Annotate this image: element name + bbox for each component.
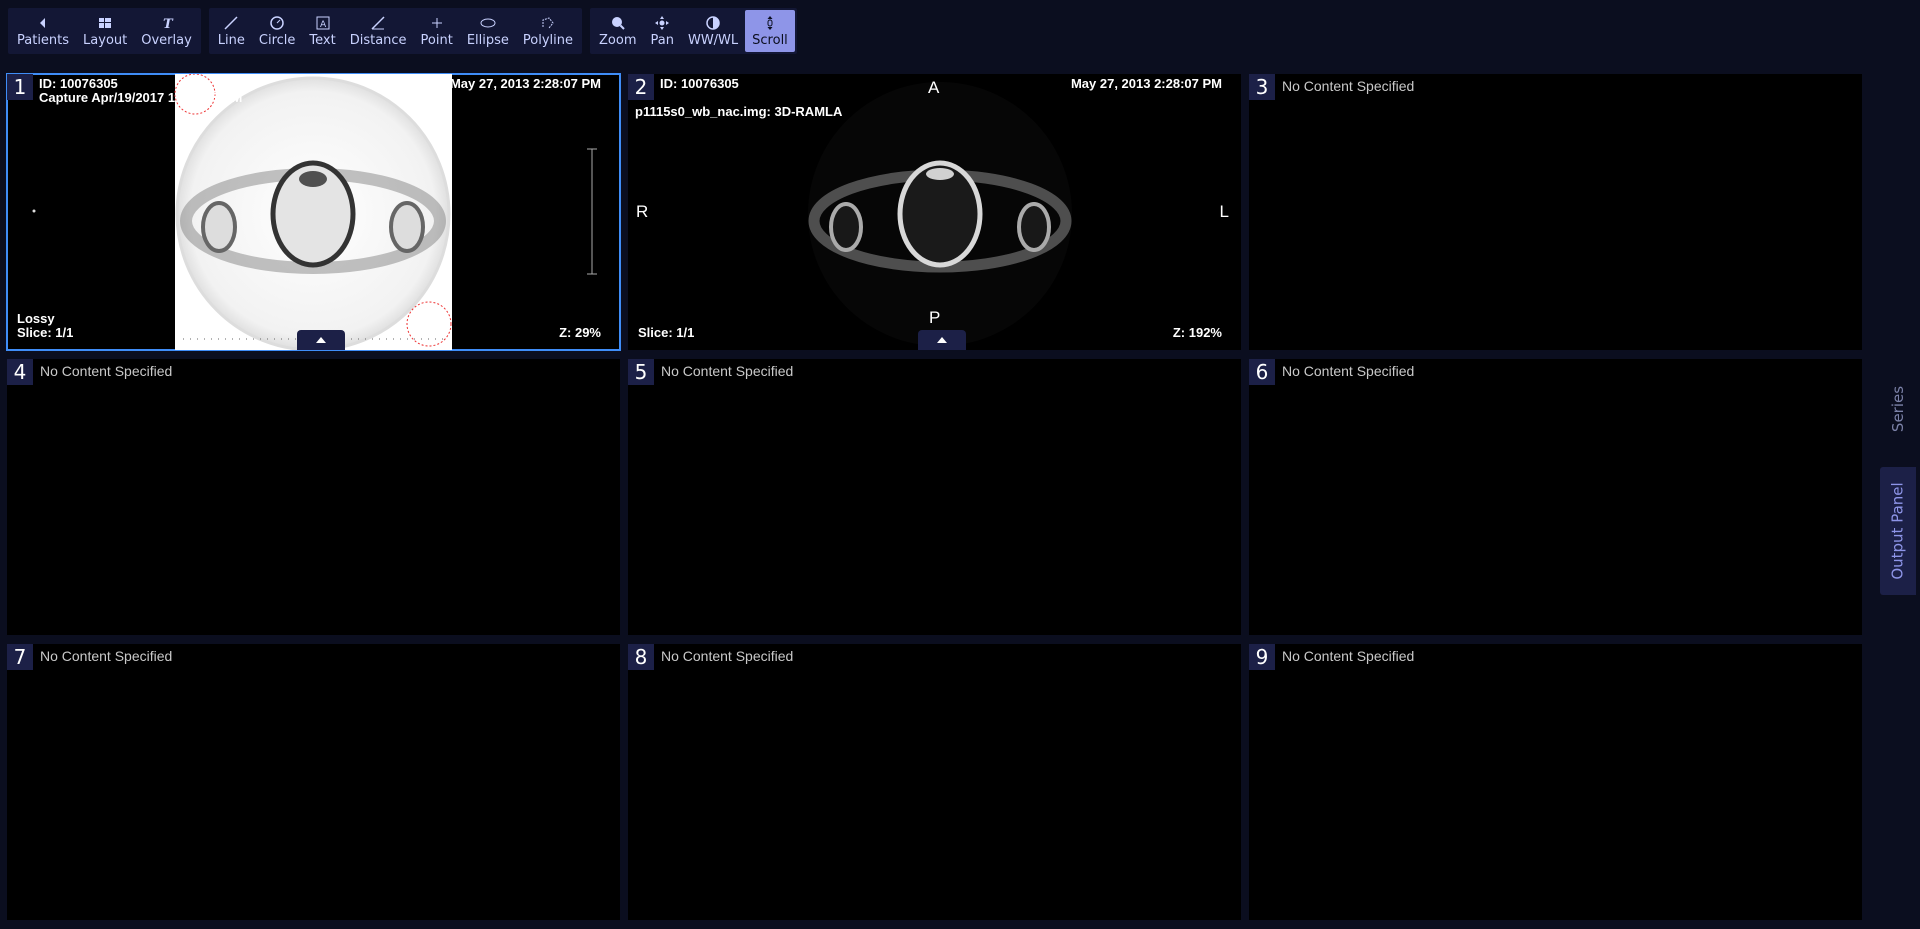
svg-text:T: T <box>163 17 174 31</box>
expand-toggle[interactable] <box>297 330 345 350</box>
empty-viewport-message: No Content Specified <box>40 363 173 379</box>
chevron-up-icon <box>937 337 947 343</box>
viewport-4[interactable]: 4 No Content Specified <box>7 359 620 635</box>
navigation-tool-group: Patients Layout T Overlay <box>8 8 201 54</box>
line-tool-button[interactable]: Line <box>211 8 252 54</box>
overlay-icon: T <box>163 17 174 31</box>
viewport-6[interactable]: 6 No Content Specified <box>1249 359 1862 635</box>
distance-icon <box>371 15 385 30</box>
output-panel-tab-label: Output Panel <box>1889 482 1907 580</box>
chevron-up-icon <box>316 337 326 343</box>
patients-button[interactable]: Patients <box>10 8 76 54</box>
contrast-icon <box>706 15 720 30</box>
polyline-tool-button[interactable]: Polyline <box>516 8 580 54</box>
viewport-7[interactable]: 7 No Content Specified <box>7 644 620 920</box>
line-icon <box>224 15 238 30</box>
point-icon <box>431 17 442 28</box>
viewport-index-badge: 5 <box>628 359 654 385</box>
overlay-button[interactable]: T Overlay <box>134 8 199 54</box>
viewport-9[interactable]: 9 No Content Specified <box>1249 644 1862 920</box>
orientation-right: L <box>1219 202 1229 221</box>
output-panel-tab[interactable]: Output Panel <box>1880 467 1916 595</box>
study-date: May 27, 2013 2:28:07 PM <box>1070 76 1222 91</box>
viewport-5[interactable]: 5 No Content Specified <box>628 359 1241 635</box>
orientation-top: A <box>928 78 940 97</box>
series-description: p1115s0_wb_nac.img: 3D-RAMLA <box>635 104 843 119</box>
circle-icon <box>270 15 284 30</box>
empty-viewport-message: No Content Specified <box>1282 78 1415 94</box>
lossy-label: Lossy <box>17 311 55 326</box>
viewport-1[interactable]: 1 ID: 10076305 Capture Apr/19/2017 11:56… <box>6 73 621 351</box>
series-tab-label: Series <box>1889 385 1908 433</box>
side-panel: Series Output Panel <box>1876 74 1920 920</box>
slice-info: Slice: 1/1 <box>17 325 74 340</box>
empty-viewport-message: No Content Specified <box>661 648 794 664</box>
text-icon: A <box>316 16 330 30</box>
viewport-3[interactable]: 3 No Content Specified <box>1249 74 1862 350</box>
pan-icon <box>655 15 670 30</box>
scroll-tool-button[interactable]: Scroll <box>745 10 795 52</box>
empty-viewport-message: No Content Specified <box>1282 363 1415 379</box>
circle-label: Circle <box>258 32 296 48</box>
viewport-2[interactable]: 2 ID: 10076305 p1115s0_wb_nac.img: 3D-RA… <box>628 74 1241 350</box>
viewport-index-badge: 2 <box>628 74 654 100</box>
slice-info: Slice: 1/1 <box>638 325 695 340</box>
patient-id: ID: 10076305 <box>39 76 118 91</box>
viewport-grid: 1 ID: 10076305 Capture Apr/19/2017 11:56… <box>6 73 1862 920</box>
pan-tool-button[interactable]: Pan <box>644 8 681 54</box>
ellipse-icon <box>480 18 496 27</box>
capture-timestamp: Capture Apr/19/2017 11:56:55 PM <box>39 90 243 105</box>
empty-viewport-message: No Content Specified <box>661 363 794 379</box>
polyline-icon <box>542 16 554 28</box>
distance-label: Distance <box>349 32 407 48</box>
orientation-left: R <box>636 202 649 221</box>
svg-text:A: A <box>320 20 327 30</box>
zoom-tool-button[interactable]: Zoom <box>592 8 643 54</box>
scroll-icon <box>767 15 773 30</box>
viewport-index-badge: 9 <box>1249 644 1275 670</box>
line-label: Line <box>217 32 245 48</box>
point-tool-button[interactable]: Point <box>414 8 460 54</box>
pan-label: Pan <box>650 32 674 48</box>
expand-toggle[interactable] <box>918 330 966 350</box>
zoom-level: Z: 192% <box>1172 325 1222 340</box>
empty-viewport-message: No Content Specified <box>40 648 173 664</box>
pet-capture-image <box>32 74 597 350</box>
orientation-bottom: P <box>929 308 941 327</box>
zoom-level: Z: 29% <box>559 325 601 340</box>
zoom-label: Zoom <box>599 32 637 48</box>
layout-button[interactable]: Layout <box>76 8 134 54</box>
zoom-icon <box>611 16 625 30</box>
ellipse-label: Ellipse <box>466 32 509 48</box>
text-label: Text <box>309 32 336 48</box>
point-label: Point <box>420 32 453 48</box>
window-level-tool-button[interactable]: WW/WL <box>681 8 745 54</box>
distance-tool-button[interactable]: Distance <box>343 8 414 54</box>
viewport-index-badge: 7 <box>7 644 33 670</box>
text-tool-button[interactable]: A Text <box>302 8 342 54</box>
empty-viewport-message: No Content Specified <box>1282 648 1415 664</box>
layout-label: Layout <box>83 32 128 48</box>
patient-id: ID: 10076305 <box>660 76 739 91</box>
chevron-left-icon <box>40 17 46 28</box>
series-tab[interactable]: Series <box>1880 364 1916 454</box>
circle-tool-button[interactable]: Circle <box>252 8 303 54</box>
viewport-8[interactable]: 8 No Content Specified <box>628 644 1241 920</box>
viewport-index-badge: 8 <box>628 644 654 670</box>
layout-icon <box>99 17 112 28</box>
ellipse-tool-button[interactable]: Ellipse <box>460 8 516 54</box>
viewport-index-badge: 3 <box>1249 74 1275 100</box>
annotation-tool-group: Line Circle A Text Distance Point Ellips… <box>208 8 583 54</box>
polyline-label: Polyline <box>522 32 574 48</box>
patients-label: Patients <box>17 32 70 48</box>
window-level-label: WW/WL <box>687 32 739 48</box>
viewport-index-badge: 1 <box>7 74 33 100</box>
scroll-label: Scroll <box>752 32 788 48</box>
viewport-index-badge: 4 <box>7 359 33 385</box>
toolbar: Patients Layout T Overlay Line Circle A … <box>8 8 797 54</box>
study-date: May 27, 2013 2:28:07 PM <box>449 76 601 91</box>
viewport-index-badge: 6 <box>1249 359 1275 385</box>
view-tool-group: Zoom Pan WW/WL Scroll <box>590 8 797 54</box>
overlay-label: Overlay <box>141 32 192 48</box>
